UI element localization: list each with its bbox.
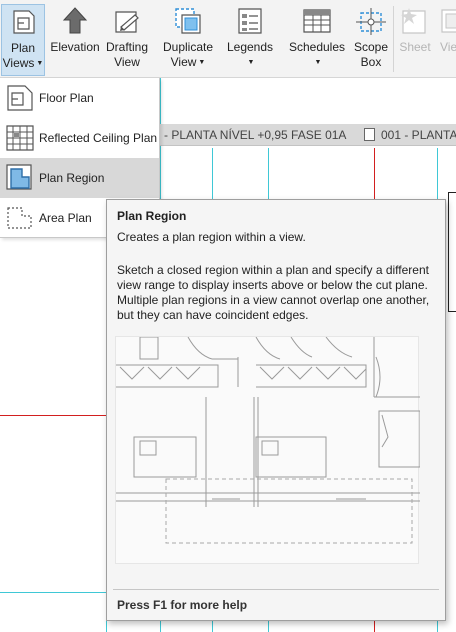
sheet-button[interactable]: Sheet [396, 4, 434, 76]
chevron-down-icon: ▼ [36, 60, 44, 68]
sheet-icon [401, 8, 426, 34]
legends-icon [238, 8, 262, 34]
plan-views-label: Plan [10, 41, 36, 55]
guide-line [0, 592, 106, 593]
menu-item-label: Area Plan [39, 211, 92, 225]
drafting-view-icon [115, 11, 139, 33]
menu-item-floor-plan[interactable]: Floor Plan [0, 78, 159, 118]
scope-box-label: Scope [353, 40, 389, 54]
view-label: Vie [440, 40, 456, 54]
tooltip-illustration [115, 336, 421, 564]
view-tab[interactable]: - PLANTA NÍVEL +0,95 FASE 01A [164, 128, 346, 142]
elevation-button[interactable]: Elevation [47, 4, 103, 76]
duplicate-view-label: Duplicate [162, 40, 214, 54]
scope-box-button[interactable]: Scope Box [352, 4, 390, 76]
menu-item-label: Plan Region [39, 171, 105, 185]
schedules-icon [303, 9, 331, 33]
menu-item-label: Floor Plan [39, 91, 94, 105]
chevron-down-icon: ▼ [198, 59, 206, 67]
reflected-ceiling-plan-icon [6, 125, 34, 151]
plan-views-label: Views [2, 56, 35, 70]
menu-item-plan-region[interactable]: Plan Region [0, 158, 159, 198]
tooltip-subtitle: Creates a plan region within a view. [117, 230, 306, 244]
scope-box-icon [356, 8, 386, 35]
schedules-button[interactable]: Schedules ▼ [287, 4, 347, 76]
plan-region-illustration [116, 336, 421, 544]
tooltip-divider [113, 589, 439, 590]
floor-plan-icon [7, 85, 33, 111]
revit-window: - PLANTA NÍVEL +0,95 FASE 01A 001 - PLAN… [0, 0, 456, 632]
legends-button[interactable]: Legends ▼ [223, 4, 277, 76]
cut-line [0, 415, 106, 416]
elevation-icon [62, 7, 88, 34]
sheet-label: Sheet [399, 40, 431, 54]
chevron-down-icon: ▼ [314, 59, 322, 67]
view-button[interactable]: Vie [436, 4, 456, 76]
plan-region-icon [6, 164, 32, 190]
wall-outline [448, 192, 456, 312]
chevron-down-icon: ▼ [247, 59, 255, 67]
tooltip-title: Plan Region [117, 209, 187, 223]
plan-views-icon [13, 10, 35, 34]
menu-item-reflected-ceiling-plan[interactable]: Reflected Ceiling Plan [0, 118, 159, 158]
plan-region-tooltip: Plan Region Creates a plan region within… [106, 199, 446, 621]
ribbon-separator [393, 6, 394, 72]
legends-label: Legends [226, 40, 274, 54]
tooltip-description: Sketch a closed region within a plan and… [117, 263, 430, 322]
scope-box-label: Box [360, 55, 382, 69]
drafting-view-label: Drafting [105, 40, 149, 54]
area-plan-icon [7, 207, 32, 229]
drafting-view-label: View [114, 55, 140, 69]
view-icon [441, 9, 456, 33]
duplicate-view-icon [175, 8, 201, 34]
view-tab-bar: - PLANTA NÍVEL +0,95 FASE 01A 001 - PLAN… [160, 124, 456, 146]
view-tab[interactable]: 001 - PLANTA [364, 128, 456, 142]
drafting-view-button[interactable]: Drafting View [104, 4, 150, 76]
duplicate-view-label: View [170, 55, 197, 69]
document-icon [364, 128, 375, 141]
duplicate-view-button[interactable]: Duplicate View ▼ [157, 4, 219, 76]
tooltip-help-hint: Press F1 for more help [117, 598, 248, 612]
view-tab-label: 001 - PLANTA [381, 128, 456, 142]
ribbon: Plan Views ▼ Elevation Drafting View Dup… [0, 0, 456, 78]
menu-item-label: Reflected Ceiling Plan [39, 131, 158, 145]
plan-views-button[interactable]: Plan Views ▼ [1, 4, 45, 76]
elevation-label: Elevation [50, 40, 100, 54]
schedules-label: Schedules [288, 40, 346, 54]
